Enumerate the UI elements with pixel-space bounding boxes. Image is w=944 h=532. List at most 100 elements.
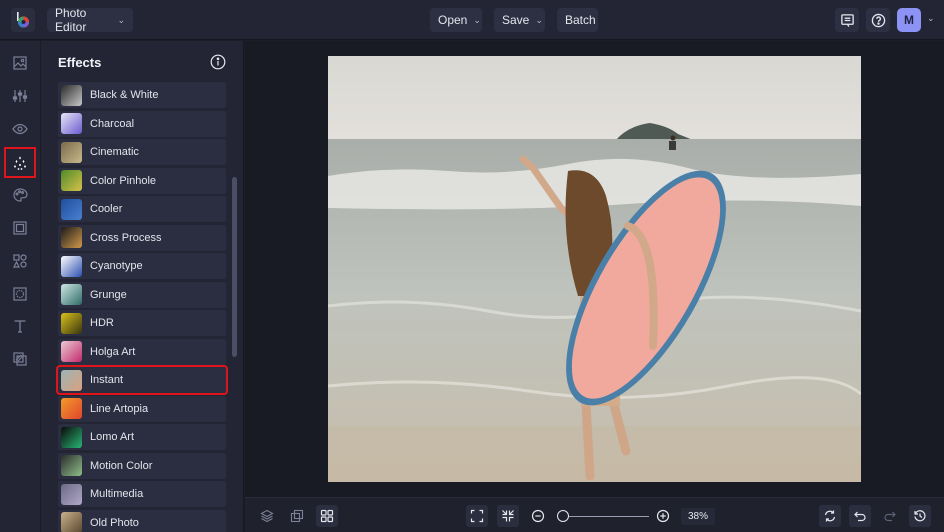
effect-thumbnail [61,227,82,248]
photo-canvas[interactable] [328,56,861,482]
history-icon [914,510,926,522]
effect-item[interactable]: Black & White [58,82,226,108]
effect-label: Line Artopia [90,402,149,415]
sky [328,56,861,140]
effect-label: Grunge [90,288,127,301]
layers-icon [260,509,274,523]
effect-label: Motion Color [90,459,153,472]
rail-item-overlays[interactable] [6,345,34,373]
texture-icon [13,287,27,301]
effect-item[interactable]: HDR [58,310,226,336]
minus-circle-icon [531,509,545,523]
effect-label: Black & White [90,89,159,101]
sparkles-icon [14,156,26,170]
info-icon[interactable] [210,54,226,70]
reset-button[interactable] [819,505,841,527]
overlay-icon [13,352,27,366]
plus-circle-icon [656,509,670,523]
rail-item-effects[interactable] [4,147,36,178]
effect-item[interactable]: Lomo Art [58,424,226,450]
effect-item[interactable]: Cross Process [58,224,226,251]
compare-button[interactable] [286,505,308,527]
surfer-photo [328,56,861,482]
zoom-slider-handle[interactable] [557,510,569,522]
effect-thumbnail [61,170,82,191]
zoom-slider-track[interactable] [564,516,649,517]
effect-item[interactable]: Color Pinhole [58,167,226,194]
effect-label: Instant [90,374,124,386]
rail-item-frames[interactable] [6,214,34,242]
effect-thumbnail [61,141,82,163]
shrink-icon [502,510,514,522]
effect-label: Cinematic [90,146,139,158]
top-bar: Photo Editor ⌄ Open ⌄ Save ⌄ Batch M ⌄ [0,0,944,40]
help-button[interactable] [866,8,890,32]
open-label: Open [438,13,468,27]
image-icon [13,56,27,70]
effect-item[interactable]: Old Photo [58,509,226,532]
layers-button[interactable] [256,505,278,527]
effect-label: HDR [90,317,114,329]
open-button[interactable]: Open ⌄ [430,8,482,32]
history-button[interactable] [909,505,931,527]
effect-thumbnail [61,512,82,532]
fit-screen-button[interactable] [466,505,488,527]
zoom-value[interactable]: 38% [681,508,715,525]
rail-item-text[interactable] [6,312,34,340]
effect-item[interactable]: Grunge [58,281,226,308]
chevron-down-icon: ⌄ [117,14,125,25]
logo-icon [17,12,29,28]
shapes-icon [13,254,27,268]
rail-item-image[interactable] [6,49,34,77]
effect-label: Cross Process [90,231,162,244]
rail-item-artsy[interactable] [6,181,34,209]
effect-item[interactable]: Cyanotype [58,253,226,279]
effect-label: Old Photo [90,516,139,529]
rail-item-textures[interactable] [6,280,34,308]
effect-item[interactable]: Instant [56,365,228,395]
effect-item[interactable]: Multimedia [58,481,226,507]
effect-label: Cyanotype [90,260,143,272]
undo-button[interactable] [849,505,871,527]
rail-item-graphics[interactable] [6,247,34,275]
effect-thumbnail [61,369,82,391]
app-menu-button[interactable]: Photo Editor ⌄ [47,6,133,34]
canvas-area [245,41,944,497]
effect-thumbnail [61,198,82,220]
effect-item[interactable]: Motion Color [58,452,226,479]
feedback-button[interactable] [835,8,859,32]
rail-item-adjust[interactable] [6,82,34,110]
chevron-down-icon: ⌄ [473,14,481,25]
chat-icon [840,13,854,27]
effect-item[interactable]: Cooler [58,196,226,222]
zoom-out-button[interactable] [527,505,549,527]
bottom-toolbar: 38% [245,497,944,532]
account-chevron-icon[interactable]: ⌄ [927,13,935,24]
effect-thumbnail [61,84,82,106]
save-button[interactable]: Save ⌄ [494,8,545,32]
batch-label: Batch [565,13,596,27]
effect-thumbnail [61,113,82,134]
grid-view-button[interactable] [316,505,338,527]
effect-item[interactable]: Cinematic [58,139,226,165]
rail-item-touch-up[interactable] [6,115,34,143]
effect-item[interactable]: Charcoal [58,110,226,137]
save-label: Save [502,13,530,27]
user-avatar[interactable]: M [897,8,921,32]
effects-scrollbar[interactable] [232,177,237,357]
effect-item[interactable]: Holga Art [58,338,226,365]
effect-item[interactable]: Line Artopia [58,395,226,422]
redo-icon [884,511,896,522]
effect-label: Lomo Art [90,431,135,443]
effect-label: Color Pinhole [90,174,157,187]
actual-size-button[interactable] [497,505,519,527]
zoom-in-button[interactable] [652,505,674,527]
app-logo[interactable] [11,8,35,32]
app-menu-label: Photo Editor [55,6,87,34]
effects-panel: Effects Black & White Charcoal Cinematic Co… [41,41,244,532]
expand-icon [470,509,484,523]
undo-icon [854,511,866,522]
panel-title: Effects [58,55,102,70]
batch-button[interactable]: Batch [557,8,598,32]
redo-button[interactable] [879,505,901,527]
